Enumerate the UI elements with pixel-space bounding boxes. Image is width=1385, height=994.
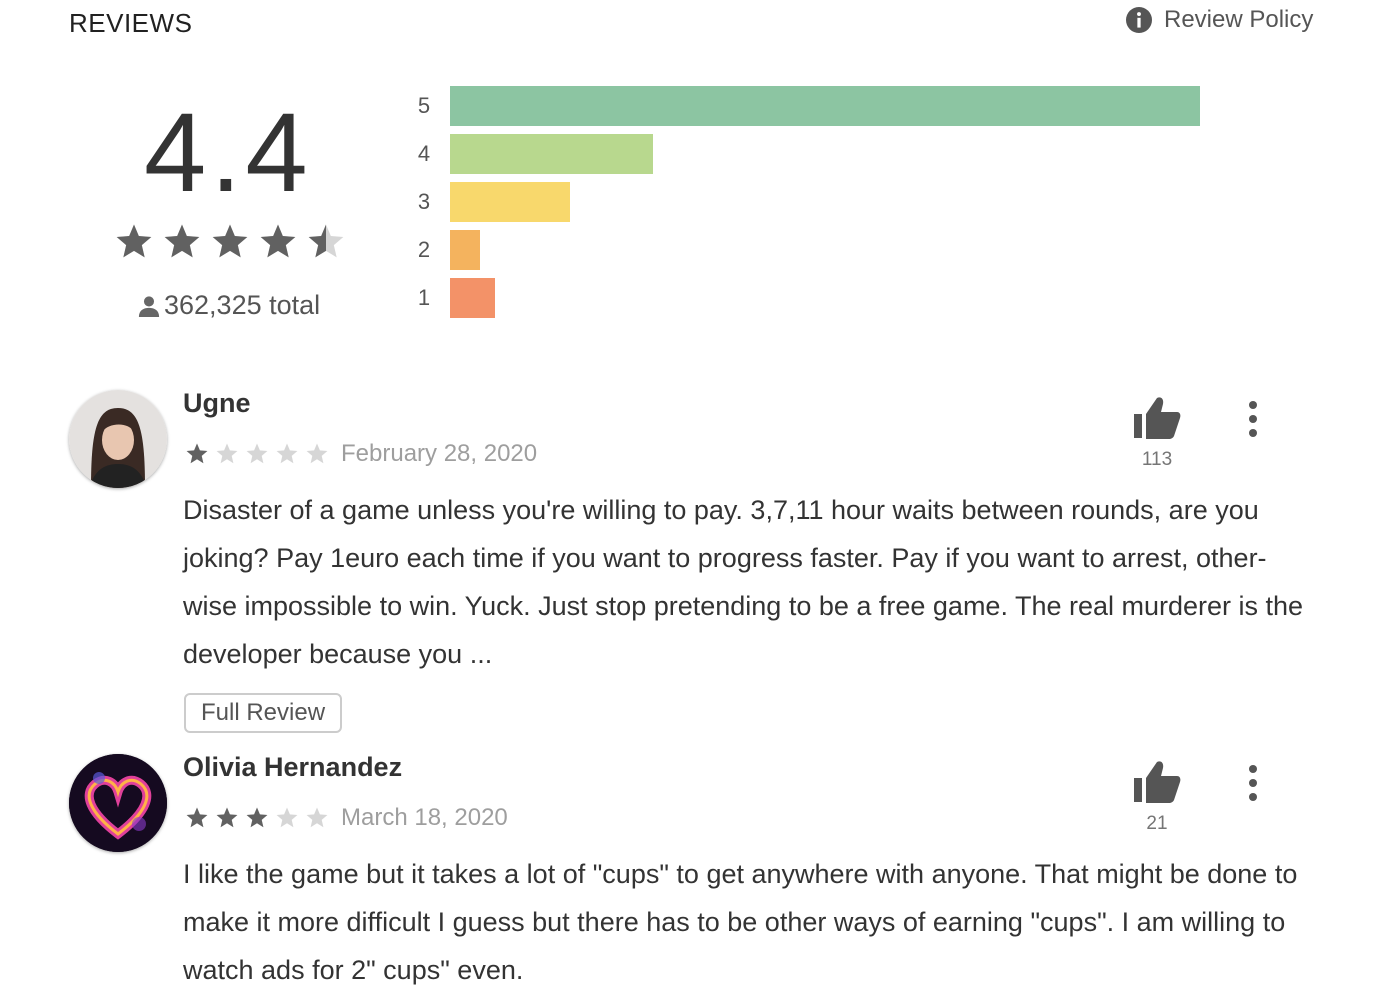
more-options-icon[interactable] (1246, 765, 1260, 801)
histogram-bar (450, 86, 1200, 126)
star-half-icon (308, 224, 344, 258)
reviewer-name: Olivia Hernandez (183, 752, 403, 782)
helpful-button[interactable] (1133, 396, 1181, 445)
review-date: February 28, 2020 (341, 440, 538, 467)
star-filled-icon (212, 224, 248, 258)
reviewer-name: Ugne (183, 388, 251, 418)
review-rating-stars (185, 442, 329, 466)
average-rating: 4.4 (144, 90, 312, 215)
histogram-row-4: 4 (410, 134, 1230, 174)
helpful-count: 21 (1146, 813, 1168, 834)
review-policy-link[interactable]: Review Policy (1126, 6, 1313, 34)
more-options-icon[interactable] (1246, 401, 1260, 437)
histogram-row-1: 1 (410, 278, 1230, 318)
star-filled-icon (116, 224, 152, 258)
histogram-label: 3 (417, 189, 431, 214)
review-text: I like the game but it takes a lot of "c… (183, 859, 1298, 985)
section-title: REVIEWS (69, 8, 193, 38)
total-ratings: 362,325 total (138, 290, 320, 321)
star-filled-icon (186, 807, 208, 828)
star-filled-icon (246, 807, 268, 828)
avatar (69, 754, 167, 852)
histogram-label: 1 (417, 285, 431, 310)
star-empty-icon (276, 443, 298, 464)
review-meta: February 28, 2020 (185, 440, 537, 468)
star-empty-icon (216, 443, 238, 464)
histogram-label: 4 (417, 141, 431, 166)
helpful-button[interactable] (1133, 760, 1181, 809)
review-policy-label: Review Policy (1164, 6, 1314, 33)
histogram-label: 2 (417, 237, 431, 262)
histogram-bar (450, 278, 495, 318)
avatar (69, 390, 167, 488)
histogram-bar (450, 134, 653, 174)
histogram-label: 5 (417, 93, 431, 118)
person-icon (138, 295, 160, 317)
total-ratings-label: 362,325 total (164, 290, 321, 320)
star-empty-icon (246, 443, 268, 464)
rating-histogram: 5 4 3 2 1 (410, 86, 1230, 326)
histogram-bar (450, 182, 570, 222)
star-filled-icon (260, 224, 296, 258)
star-empty-icon (306, 807, 328, 828)
histogram-bar (450, 230, 480, 270)
review-meta: March 18, 2020 (185, 804, 508, 832)
histogram-row-5: 5 (410, 86, 1230, 126)
reviewer-photo (69, 390, 167, 488)
reviewer-photo (69, 754, 167, 852)
review-text: Disaster of a game unless you're willing… (183, 495, 1304, 669)
review-date: March 18, 2020 (341, 804, 508, 831)
helpful-count: 113 (1141, 449, 1173, 470)
review-rating-stars (185, 806, 329, 830)
histogram-row-3: 3 (410, 182, 1230, 222)
full-review-button[interactable]: Full Review (184, 693, 343, 733)
star-filled-icon (216, 807, 238, 828)
star-filled-icon (164, 224, 200, 258)
star-empty-icon (276, 807, 298, 828)
histogram-row-2: 2 (410, 230, 1230, 270)
star-empty-icon (306, 443, 328, 464)
star-filled-icon (186, 443, 208, 464)
average-rating-stars (114, 222, 346, 262)
thumbs-up-icon (1134, 761, 1181, 803)
info-icon (1126, 7, 1152, 33)
thumbs-up-icon (1134, 397, 1181, 439)
